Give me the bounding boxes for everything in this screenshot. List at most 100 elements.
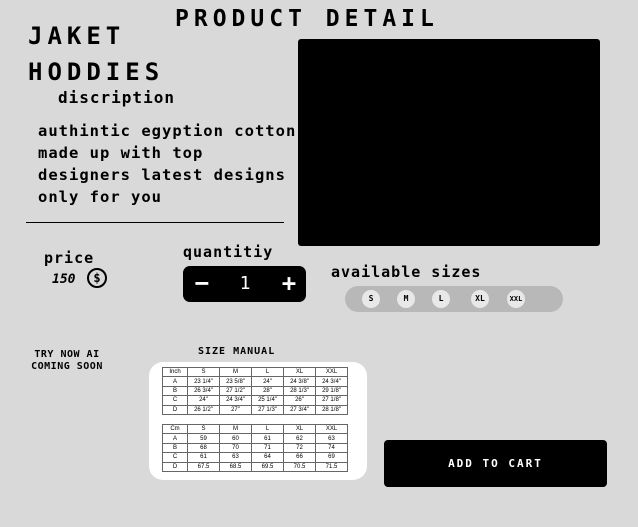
- table-cell: D: [162, 404, 188, 415]
- table-header-cell: XL: [283, 423, 316, 435]
- product-name-line-2: HODDIES: [28, 58, 165, 86]
- table-cell: B: [162, 442, 188, 454]
- table-cell: 63: [315, 433, 348, 444]
- table-cell: 72: [283, 442, 316, 454]
- divider: [26, 222, 284, 223]
- quantity-value: 1: [239, 273, 251, 294]
- table-cell: 27 1/3": [251, 404, 284, 415]
- table-cell: 28 1/3": [283, 385, 316, 397]
- table-cell: C: [162, 452, 188, 463]
- ai-try-on-notice: TRY NOW AI COMING SOON: [24, 349, 110, 373]
- table-cell: 27 3/4": [283, 404, 316, 415]
- table-header-row: Inch S M L XL XXL: [162, 366, 348, 378]
- table-cell: 26 3/4": [187, 385, 220, 397]
- table-row: C 24" 24 3/4" 25 1/4" 26" 27 1/8": [162, 395, 348, 406]
- table-cell: 71: [251, 442, 284, 454]
- table-cell: 61: [251, 433, 284, 444]
- product-detail-page: PRODUCT DETAIL JAKET HODDIES discription…: [0, 0, 638, 527]
- table-row: A 59 60 61 62 63: [162, 433, 348, 444]
- table-header-cell: Cm: [162, 423, 188, 435]
- table-cell: 71.5: [315, 461, 348, 472]
- table-cell: 70.5: [283, 461, 316, 472]
- table-cell: 62: [283, 433, 316, 444]
- table-cell: 24 3/4": [315, 376, 348, 387]
- size-manual-label: SIZE MANUAL: [198, 346, 276, 357]
- product-image: [298, 39, 600, 246]
- table-row: A 23 1/4" 23 5/8" 24" 24 3/8" 24 3/4": [162, 376, 348, 387]
- table-row: B 26 3/4" 27 1/2" 28" 28 1/3" 29 1/8": [162, 385, 348, 397]
- table-cell: C: [162, 395, 188, 406]
- table-cell: 24 3/4": [219, 395, 252, 406]
- table-cell: 27": [219, 404, 252, 415]
- size-option-xxl[interactable]: XXL: [507, 290, 525, 308]
- product-name: JAKET HODDIES: [28, 18, 228, 90]
- table-row: C 61 63 64 66 69: [162, 452, 348, 463]
- available-sizes-label: available sizes: [331, 263, 482, 281]
- table-cell: 24": [187, 395, 220, 406]
- table-header-cell: S: [187, 366, 220, 378]
- ai-coming-soon: COMING SOON: [31, 361, 103, 372]
- table-cell: 29 1/8": [315, 385, 348, 397]
- table-cell: 70: [219, 442, 252, 454]
- table-cell: 27 1/8": [315, 395, 348, 406]
- table-cell: 69: [315, 452, 348, 463]
- size-option-s[interactable]: S: [362, 290, 380, 308]
- table-header-cell: M: [219, 366, 252, 378]
- table-cell: 28": [251, 385, 284, 397]
- table-header-cell: Inch: [162, 366, 188, 378]
- table-cell: 25 1/4": [251, 395, 284, 406]
- size-selector: S M L XL XXL: [345, 286, 563, 312]
- size-manual-card: Inch S M L XL XXL A 23 1/4" 23 5/8" 24" 24 3/8" 24 …: [149, 362, 367, 480]
- table-cell: 59: [187, 433, 220, 444]
- product-name-line-1: JAKET: [28, 22, 126, 50]
- table-cell: 63: [219, 452, 252, 463]
- table-header-cell: L: [251, 423, 284, 435]
- table-cell: 24 3/8": [283, 376, 316, 387]
- quantity-increment-button[interactable]: +: [277, 267, 301, 301]
- quantity-stepper: − 1 +: [183, 266, 306, 302]
- table-header-row: Cm S M L XL XXL: [162, 423, 348, 435]
- table-cell: A: [162, 376, 188, 387]
- table-cell: 26 1/2": [187, 404, 220, 415]
- ai-try-on-title: TRY NOW AI: [34, 349, 100, 360]
- description-text: authintic egyption cotton made up with t…: [38, 122, 297, 206]
- table-header-cell: XL: [283, 366, 316, 378]
- quantity-label: quantitiy: [183, 243, 274, 261]
- table-row: D 67.5 68.5 69.5 70.5 71.5: [162, 461, 348, 472]
- size-option-l[interactable]: L: [432, 290, 450, 308]
- add-to-cart-button[interactable]: ADD TO CART: [384, 440, 607, 487]
- table-cell: 26": [283, 395, 316, 406]
- table-cell: A: [162, 433, 188, 444]
- table-cell: 68: [187, 442, 220, 454]
- table-cell: 69.5: [251, 461, 284, 472]
- table-cell: 66: [283, 452, 316, 463]
- table-cell: 61: [187, 452, 220, 463]
- table-header-cell: XXL: [315, 366, 348, 378]
- size-option-xl[interactable]: XL: [471, 290, 489, 308]
- table-row: D 26 1/2" 27" 27 1/3" 27 3/4" 28 1/8": [162, 404, 348, 415]
- price-label: price: [44, 249, 95, 267]
- table-header-cell: S: [187, 423, 220, 435]
- table-cell: 74: [315, 442, 348, 454]
- table-cell: 27 1/2": [219, 385, 252, 397]
- table-cell: 23 1/4": [187, 376, 220, 387]
- size-table-inch: Inch S M L XL XXL A 23 1/4" 23 5/8" 24" 24 3/8" 24 …: [162, 366, 348, 415]
- table-row: B 68 70 71 72 74: [162, 442, 348, 454]
- table-header-cell: L: [251, 366, 284, 378]
- table-header-cell: M: [219, 423, 252, 435]
- quantity-decrement-button[interactable]: −: [190, 267, 214, 301]
- table-cell: 67.5: [187, 461, 220, 472]
- table-cell: 60: [219, 433, 252, 444]
- table-cell: 64: [251, 452, 284, 463]
- table-cell: B: [162, 385, 188, 397]
- dollar-icon: $: [87, 268, 107, 288]
- table-cell: 24": [251, 376, 284, 387]
- table-cell: D: [162, 461, 188, 472]
- description-label: discription: [58, 88, 175, 107]
- table-header-cell: XXL: [315, 423, 348, 435]
- size-table-cm: Cm S M L XL XXL A 59 60 61 62 63 B 68 70 71 72 74 C 61 63 64 6…: [162, 423, 348, 472]
- size-option-m[interactable]: M: [397, 290, 415, 308]
- table-cell: 68.5: [219, 461, 252, 472]
- table-cell: 28 1/8": [315, 404, 348, 415]
- price-value: 150: [52, 272, 76, 287]
